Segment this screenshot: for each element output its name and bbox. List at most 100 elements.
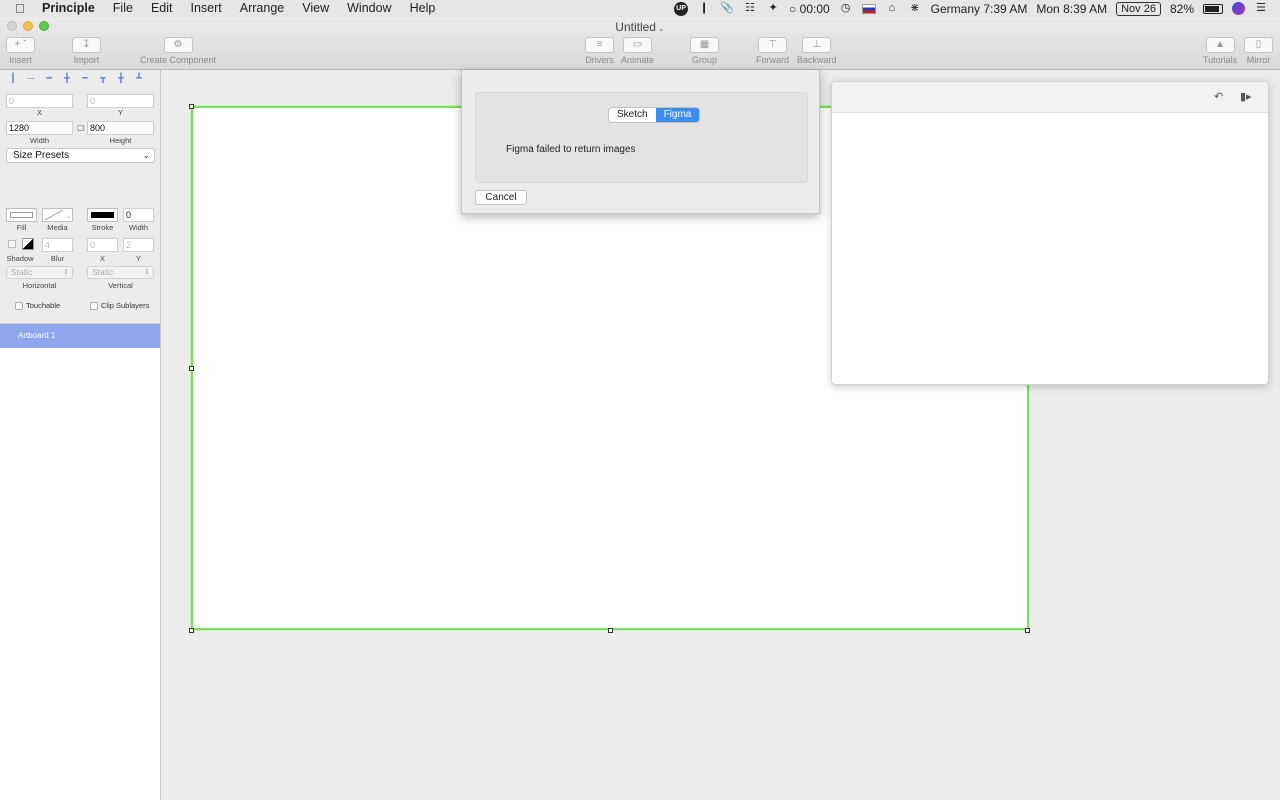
menu-view[interactable]: View (293, 0, 338, 17)
height-label: Height (109, 136, 132, 145)
svg-text:⌄: ⌄ (66, 214, 71, 220)
width-field[interactable]: 1280 (6, 121, 73, 135)
battery-icon[interactable] (1203, 3, 1223, 14)
align-right-icon[interactable]: ━ (80, 73, 90, 83)
menu-clock[interactable]: Mon 8:39 AM (1036, 2, 1107, 16)
fill-swatch[interactable] (6, 208, 37, 222)
touchable-checkbox[interactable]: Touchable (15, 301, 60, 310)
shadow-x-label: X (99, 254, 105, 263)
group-label: Group (691, 55, 717, 65)
insert-button[interactable]: + ˇ Insert (6, 37, 35, 65)
backward-button[interactable]: ⊥ Backward (797, 37, 837, 65)
tab-sketch[interactable]: Sketch (609, 108, 656, 122)
tutorials-label: Tutorials (1203, 55, 1238, 65)
horizontal-select[interactable]: Static ⇕ (6, 266, 73, 279)
stroke-width-field[interactable]: 0 (123, 208, 154, 222)
create-component-button[interactable]: ⚙ Create Component (140, 37, 216, 65)
import-content-area: Sketch Figma Figma failed to return imag… (475, 92, 808, 183)
menu-app-principle[interactable]: Principle (40, 0, 104, 17)
size-presets-value: Size Presets (13, 150, 70, 161)
menu-insert[interactable]: Insert (182, 0, 231, 17)
timer-readout[interactable]: ○ 00:00 (789, 2, 830, 16)
siri-icon[interactable] (1232, 2, 1245, 15)
resize-handle-bottom[interactable] (608, 628, 613, 633)
tab-figma[interactable]: Figma (655, 108, 700, 122)
bluetooth-icon[interactable]: ⋇ (908, 2, 922, 15)
preview-area[interactable] (832, 113, 1268, 384)
menu-edit[interactable]: Edit (142, 0, 182, 17)
mirror-label: Mirror (1246, 55, 1271, 65)
shadow-label: Shadow (6, 254, 34, 263)
world-clock[interactable]: Germany 7:39 AM (931, 2, 1028, 16)
media-swatch[interactable]: ⌄ (42, 208, 73, 222)
distribute-horizontal-icon[interactable]: ─ (26, 73, 36, 83)
clipboard-icon[interactable]: ☷ (743, 2, 757, 15)
resize-handle-left[interactable] (189, 366, 194, 371)
forward-button[interactable]: ⊤ Forward (756, 37, 789, 65)
align-middle-icon[interactable]: ╋ (116, 73, 126, 83)
stroke-swatch[interactable] (87, 208, 118, 222)
input-source-flag-icon[interactable] (861, 3, 876, 14)
shadow-y-field[interactable]: 2 (123, 238, 154, 252)
drivers-label: Drivers (585, 55, 614, 65)
align-top-icon[interactable]: ┳ (98, 73, 108, 83)
wifi-icon[interactable]: ⌂ (885, 2, 899, 15)
height-field[interactable]: 800 (87, 121, 154, 135)
horizontal-value: Static (11, 267, 33, 277)
window-title[interactable]: Untitled ⌄ (0, 20, 1280, 34)
layers-list: Artboard 1 (0, 323, 160, 800)
time-machine-icon[interactable]: ◷ (839, 2, 853, 15)
mirror-button[interactable]: ▯ Mirror (1244, 37, 1273, 65)
date-badge[interactable]: Nov 26 (1116, 1, 1161, 16)
apple-menu-icon[interactable]:  (0, 1, 40, 16)
create-component-label: Create Component (140, 55, 217, 65)
lock-aspect-icon[interactable]: ▢ (77, 123, 85, 132)
align-left-icon[interactable]: ┃ (8, 73, 18, 83)
y-label: Y (117, 108, 123, 117)
vertical-select[interactable]: Static ⇕ (87, 266, 154, 279)
paperclip-icon[interactable]: 📎 (720, 2, 734, 15)
animate-button[interactable]: ▭ Animate (621, 37, 654, 65)
menu-arrange[interactable]: Arrange (231, 0, 293, 17)
align-center-horizontal-icon[interactable]: ╋ (62, 73, 72, 83)
touchable-box[interactable] (15, 301, 23, 310)
inspector-panel: ┃ ─ ━ ╋ ━ ┳ ╋ ┻ 0 X 0 Y 1280 Width ▢ 800… (0, 70, 161, 800)
menu-file[interactable]: File (104, 0, 142, 17)
import-button[interactable]: ↧ Import (72, 37, 101, 65)
resize-handle-bottom-right[interactable] (1025, 628, 1030, 633)
menu-help[interactable]: Help (401, 0, 445, 17)
blur-field[interactable]: 4 (42, 238, 73, 252)
group-button[interactable]: ▦ Group (690, 37, 719, 65)
video-camera-icon[interactable]: ▮▸ (1240, 92, 1252, 103)
insert-label: Insert (9, 55, 32, 65)
resize-handle-top-left[interactable] (189, 104, 194, 109)
resize-handle-bottom-left[interactable] (189, 628, 194, 633)
upwork-icon[interactable]: UP (674, 1, 689, 16)
clip-sublayers-box[interactable] (90, 301, 98, 310)
vertical-value: Static (92, 267, 114, 277)
backward-label: Backward (797, 55, 837, 65)
battery-percent[interactable]: 82% (1170, 2, 1194, 16)
menu-window[interactable]: Window (338, 0, 400, 17)
size-presets-select[interactable]: Size Presets ⌄ (6, 148, 155, 163)
drivers-button[interactable]: ≡ Drivers (585, 37, 614, 65)
notification-center-icon[interactable]: ☰ (1254, 2, 1268, 15)
pushbullet-icon[interactable]: ❙ (697, 2, 711, 15)
align-bottom-icon[interactable]: ┻ (134, 73, 144, 83)
tutorials-button[interactable]: ▲ Tutorials (1203, 37, 1237, 65)
x-field[interactable]: 0 (6, 94, 73, 108)
undo-icon[interactable]: ↶ (1214, 92, 1223, 103)
group-icon: ▦ (690, 37, 719, 53)
satellite-icon[interactable]: ✦ (766, 2, 780, 15)
layer-row-artboard-1[interactable]: Artboard 1 (0, 324, 160, 348)
shadow-y-label: Y (135, 254, 141, 263)
shadow-x-field[interactable]: 0 (87, 238, 118, 252)
clip-sublayers-checkbox[interactable]: Clip Sublayers (90, 301, 149, 310)
shadow-color-swatch[interactable] (22, 238, 34, 250)
shadow-checkbox[interactable] (8, 240, 16, 248)
cancel-button[interactable]: Cancel (475, 190, 527, 205)
align-left-edge-icon[interactable]: ━ (44, 73, 54, 83)
y-field[interactable]: 0 (87, 94, 154, 108)
no-media-icon: ⌄ (44, 209, 71, 221)
align-toolbar: ┃ ─ ━ ╋ ━ ┳ ╋ ┻ (8, 73, 144, 83)
